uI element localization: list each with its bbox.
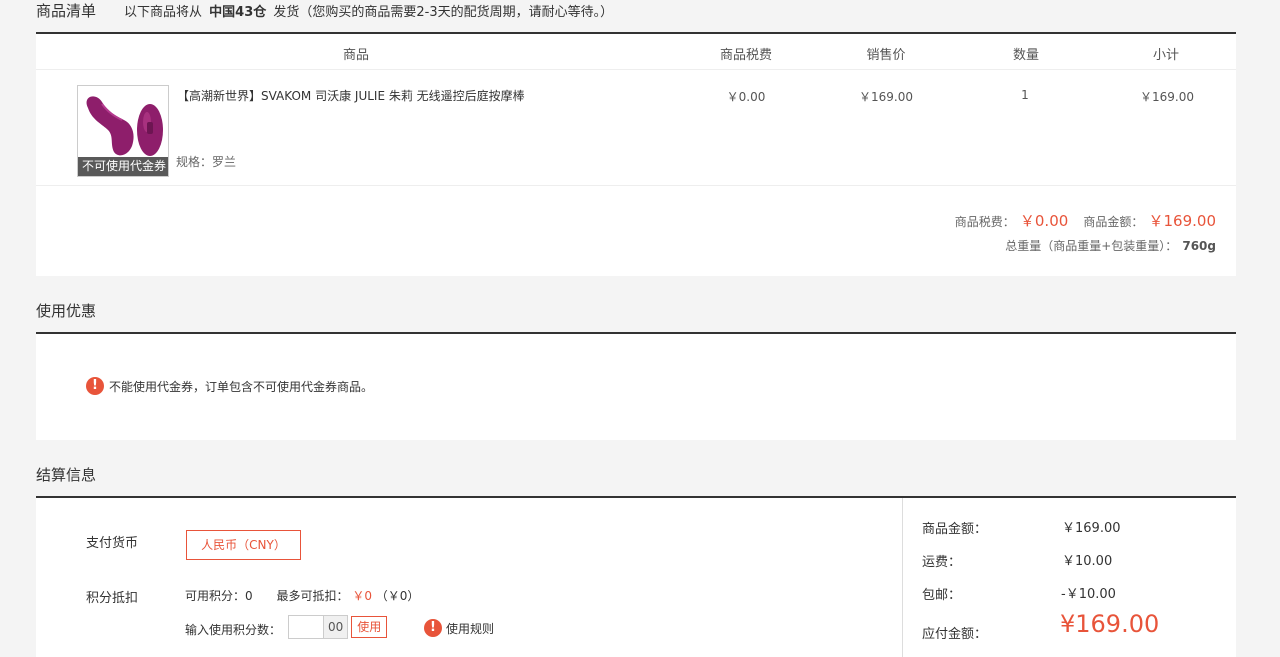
warning-icon: !: [86, 377, 104, 395]
weight-value: 760g: [1182, 239, 1216, 253]
use-points-button[interactable]: 使用: [351, 616, 388, 638]
shipping-note: 以下商品将从 中国43仓 发货（您购买的商品需要2-3天的配货周期，请耐心等待。…: [124, 1, 613, 20]
discount-message: ! 不能使用代金券，订单包含不可使用代金券商品。: [86, 377, 373, 395]
currency-button[interactable]: 人民币（CNY）: [186, 530, 301, 560]
col-subtotal: 小计: [1152, 48, 1179, 63]
summary-tax-label: 商品税费：: [954, 215, 1015, 229]
max-deduct-label: 最多可抵扣：: [276, 589, 349, 603]
free-shipping-label: 包邮：: [922, 588, 962, 603]
col-tax: 商品税费: [719, 48, 772, 63]
shipping-value: ￥10.00: [1062, 554, 1113, 569]
rules-link[interactable]: ! 使用规则: [424, 619, 494, 637]
free-shipping-value: -￥10.00: [1061, 587, 1116, 602]
points-input[interactable]: [288, 615, 323, 639]
weight-label: 总重量（商品重量+包装重量）：: [1005, 239, 1178, 253]
item-qty: 1: [1021, 88, 1029, 102]
totals: 商品金额： ￥169.00 运费： ￥10.00 包邮： -￥10.00 应付金…: [922, 498, 1222, 657]
shipping-note-prefix: 以下商品将从: [124, 5, 203, 20]
rules-link-text[interactable]: 使用规则: [446, 620, 494, 637]
col-price: 销售价: [866, 48, 906, 63]
payable-label: 应付金额：: [922, 627, 988, 642]
available-points: 可用积分：0: [185, 589, 253, 603]
points-label: 积分抵扣: [86, 591, 139, 606]
settlement-title: 结算信息: [36, 466, 97, 484]
max-deduct-value: ￥0: [352, 589, 372, 603]
points-input-label: 输入使用积分数：: [185, 623, 282, 637]
max-deduct-paren: （￥0）: [375, 589, 420, 603]
shipping-note-suffix: 发货（您购买的商品需要2-3天的配货周期，请耐心等待。）: [273, 5, 614, 20]
order-list-title: 商品清单: [36, 2, 97, 20]
product-image[interactable]: 不可使用代金券: [77, 85, 169, 177]
points-input-group: 00 使用: [288, 615, 388, 639]
order-table: 商品 商品税费 销售价 数量 小计 不可使用代金券 【高潮新世界】SVAKOM …: [36, 34, 1236, 276]
discount-panel: ! 不能使用代金券，订单包含不可使用代金券商品。: [36, 334, 1236, 440]
item-subtotal: ￥169.00: [1140, 90, 1194, 104]
product-spec: 规格：罗兰: [176, 155, 237, 169]
no-coupon-badge: 不可使用代金券: [78, 157, 168, 176]
settlement-panel: 支付货币 人民币（CNY） 积分抵扣 可用积分：0 最多可抵扣： ￥0 （￥0）…: [36, 498, 1236, 657]
product-name[interactable]: 【高潮新世界】SVAKOM 司沃康 JULIE 朱莉 无线遥控后庭按摩棒: [177, 87, 525, 104]
discount-title: 使用优惠: [36, 302, 97, 320]
payable-value: ¥169.00: [1060, 610, 1160, 638]
points-input-suffix: 00: [323, 615, 349, 639]
points-info: 可用积分：0 最多可抵扣： ￥0 （￥0）: [185, 587, 419, 604]
table-header: 商品 商品税费 销售价 数量 小计: [36, 34, 1236, 70]
summary-amount-label: 商品金额：: [1083, 215, 1144, 229]
goods-amount-value: ￥169.00: [1062, 521, 1121, 536]
info-icon: !: [424, 619, 442, 637]
summary-tax-value: ￥0.00: [1019, 212, 1069, 230]
col-product: 商品: [342, 48, 369, 63]
discount-message-text: 不能使用代金券，订单包含不可使用代金券商品。: [109, 379, 374, 394]
warehouse-name: 中国43仓: [209, 5, 267, 20]
table-row: 不可使用代金券 【高潮新世界】SVAKOM 司沃康 JULIE 朱莉 无线遥控后…: [36, 70, 1236, 186]
item-tax: ￥0.00: [726, 90, 766, 104]
col-qty: 数量: [1012, 48, 1039, 63]
currency-label: 支付货币: [86, 536, 139, 551]
item-price: ￥169.00: [859, 90, 913, 104]
order-summary: 商品税费： ￥0.00 商品金额： ￥169.00 总重量（商品重量+包装重量）…: [955, 210, 1216, 254]
goods-amount-label: 商品金额：: [922, 522, 988, 537]
shipping-label: 运费：: [922, 555, 962, 570]
totals-divider: [902, 498, 903, 657]
summary-amount-value: ￥169.00: [1148, 212, 1217, 230]
